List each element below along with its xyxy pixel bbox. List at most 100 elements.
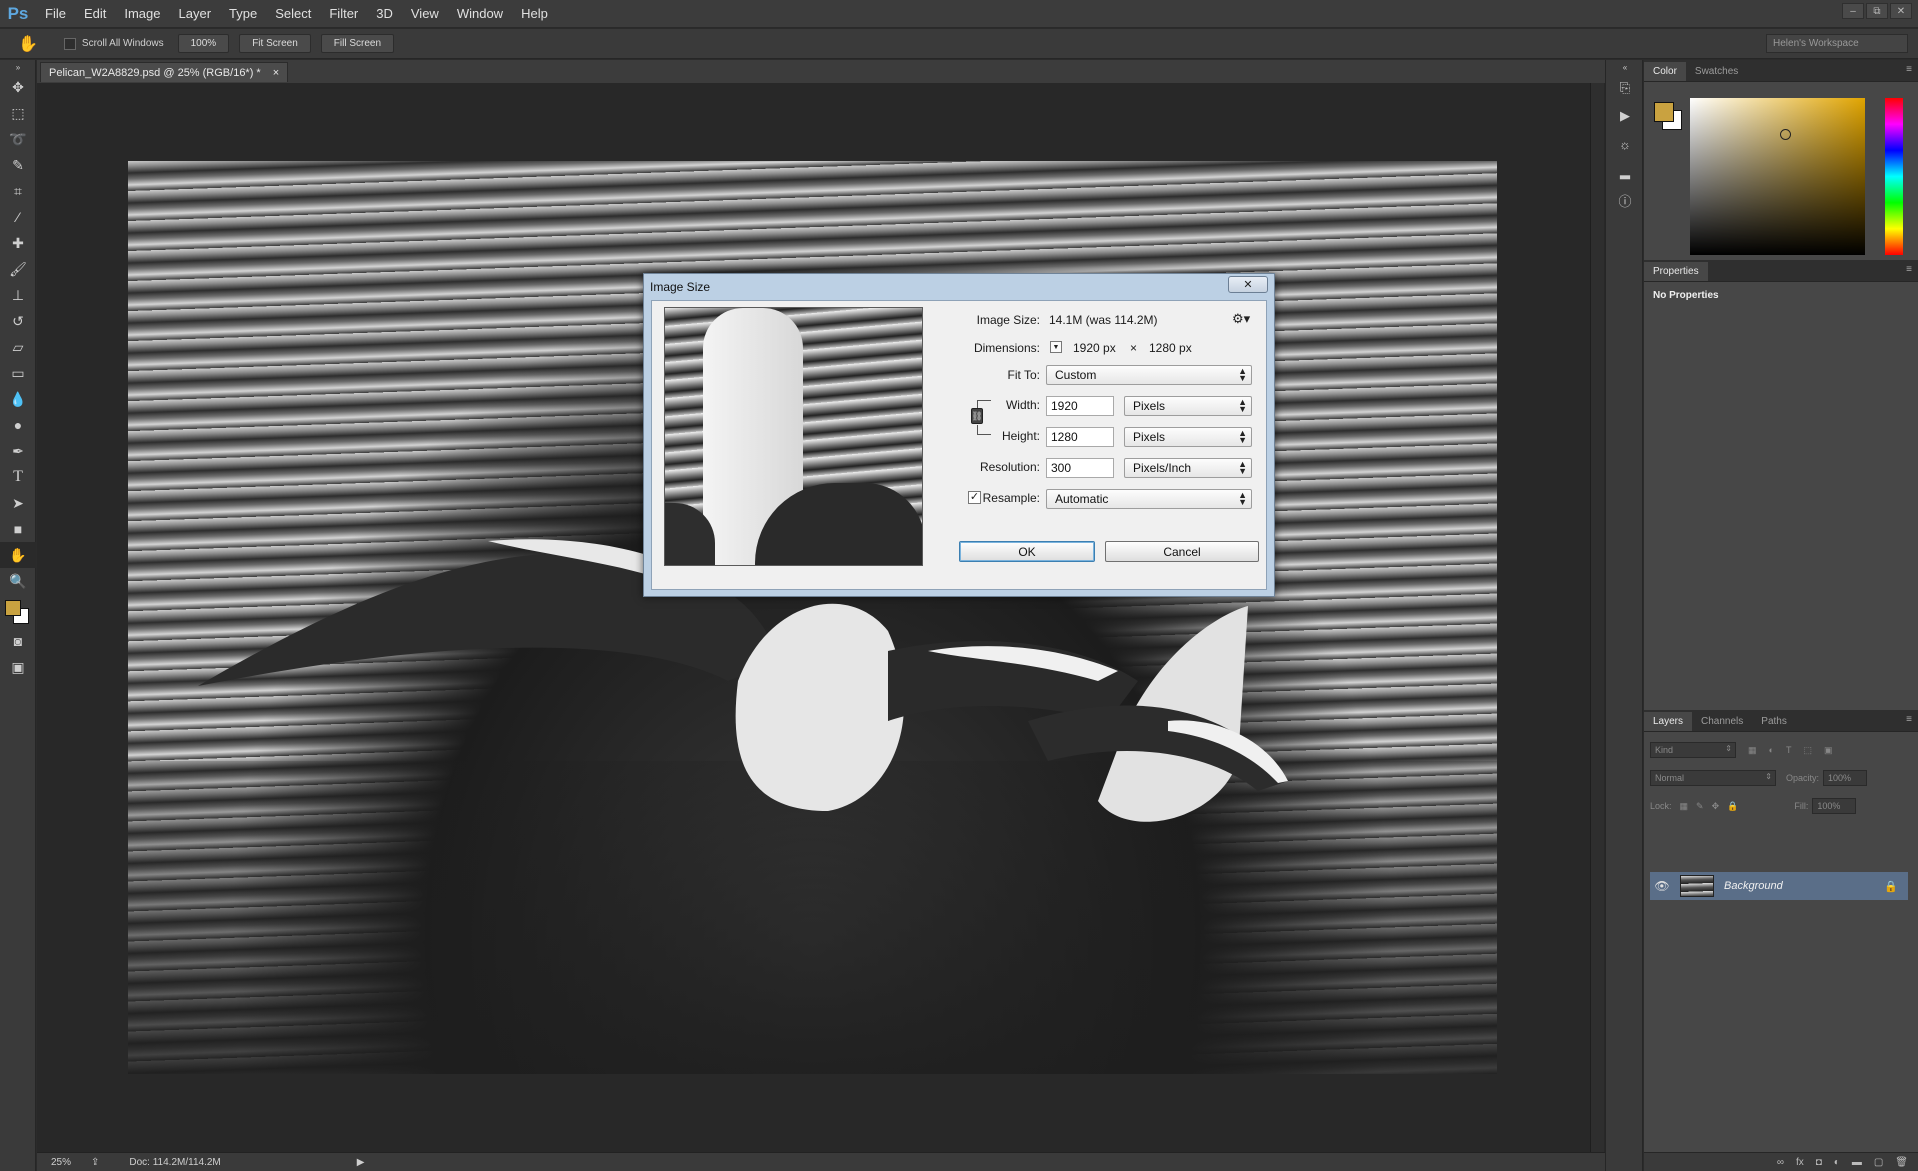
resolution-input[interactable]: 300 xyxy=(1046,458,1114,478)
resolution-unit-select[interactable]: Pixels/Inch ▲ ▼ xyxy=(1124,458,1252,478)
height-unit-select[interactable]: Pixels ▲ ▼ xyxy=(1124,427,1252,447)
menu-layer[interactable]: Layer xyxy=(170,0,221,28)
zoom-100-button[interactable]: 100% xyxy=(177,34,230,53)
eraser-tool-icon[interactable]: ▱ xyxy=(0,334,36,360)
filter-smart-object-icon[interactable]: ▣ xyxy=(1824,745,1833,756)
panel-menu-icon[interactable]: ≡ xyxy=(1906,264,1912,275)
color-field[interactable] xyxy=(1690,98,1865,255)
filter-pixel-icon[interactable]: ▦ xyxy=(1748,745,1757,756)
status-menu-arrow-icon[interactable]: ▶ xyxy=(357,1157,365,1168)
width-unit-select[interactable]: Pixels ▲ ▼ xyxy=(1124,396,1252,416)
move-tool-icon[interactable]: ✥ xyxy=(0,74,36,100)
menu-3d[interactable]: 3D xyxy=(367,0,402,28)
history-brush-tool-icon[interactable]: ↺ xyxy=(0,308,36,334)
screen-mode-icon[interactable]: ▣ xyxy=(0,654,36,680)
menu-type[interactable]: Type xyxy=(220,0,266,28)
menu-image[interactable]: Image xyxy=(115,0,169,28)
link-layers-icon[interactable]: ∞ xyxy=(1777,1157,1784,1168)
blend-mode-select[interactable]: Normal ⇕ xyxy=(1650,770,1776,786)
close-window-button[interactable]: ✕ xyxy=(1890,3,1912,19)
menu-select[interactable]: Select xyxy=(266,0,320,28)
vertical-scrollbar[interactable] xyxy=(1590,83,1604,1152)
lock-pixels-icon[interactable]: ✎ xyxy=(1696,801,1704,812)
visibility-eye-icon[interactable]: 👁 xyxy=(1650,879,1674,893)
menu-window[interactable]: Window xyxy=(448,0,512,28)
fill-screen-button[interactable]: Fill Screen xyxy=(320,34,395,53)
brush-tool-icon[interactable]: 🖌 xyxy=(0,256,36,282)
gradient-tool-icon[interactable]: ▭ xyxy=(0,360,36,386)
gear-icon[interactable]: ⚙▾ xyxy=(1232,311,1250,327)
adjustments-panel-icon[interactable]: ☼ xyxy=(1606,130,1644,158)
lock-position-icon[interactable]: ✥ xyxy=(1712,801,1720,812)
crop-tool-icon[interactable]: ⌗ xyxy=(0,178,36,204)
tab-paths[interactable]: Paths xyxy=(1752,712,1796,731)
tab-swatches[interactable]: Swatches xyxy=(1686,62,1747,81)
actions-panel-icon[interactable]: ▶ xyxy=(1606,102,1644,130)
quick-mask-icon[interactable]: ◙ xyxy=(0,628,36,654)
zoom-tool-icon[interactable]: 🔍 xyxy=(0,568,36,594)
fit-to-select[interactable]: Custom ▲ ▼ xyxy=(1046,365,1252,385)
scroll-all-windows-checkbox[interactable] xyxy=(63,37,76,50)
hue-slider[interactable] xyxy=(1885,98,1903,255)
height-input[interactable]: 1280 xyxy=(1046,427,1114,447)
minimize-button[interactable]: – xyxy=(1842,3,1864,19)
quick-selection-tool-icon[interactable]: ✎ xyxy=(0,152,36,178)
healing-brush-tool-icon[interactable]: ✚ xyxy=(0,230,36,256)
foreground-color-swatch[interactable] xyxy=(5,600,21,616)
histogram-panel-icon[interactable]: ▂ xyxy=(1606,158,1644,186)
filter-shape-icon[interactable]: ⬚ xyxy=(1803,745,1812,756)
add-mask-icon[interactable]: ◘ xyxy=(1816,1157,1822,1168)
ok-button[interactable]: OK xyxy=(959,541,1095,562)
panel-menu-icon[interactable]: ≡ xyxy=(1906,714,1912,725)
foreground-color[interactable] xyxy=(1654,102,1674,122)
info-panel-icon[interactable]: ⓘ xyxy=(1606,186,1644,214)
eyedropper-tool-icon[interactable]: ⁄ xyxy=(0,204,36,230)
menu-filter[interactable]: Filter xyxy=(320,0,367,28)
new-layer-icon[interactable]: ▢ xyxy=(1874,1157,1883,1168)
fill-input[interactable]: 100% xyxy=(1812,798,1857,814)
image-preview[interactable] xyxy=(664,307,923,566)
new-adjustment-layer-icon[interactable]: ◐ xyxy=(1834,1157,1840,1168)
tab-layers[interactable]: Layers xyxy=(1644,712,1693,731)
filter-adjustment-icon[interactable]: ◐ xyxy=(1769,745,1774,755)
lock-all-icon[interactable]: 🔒 xyxy=(1727,801,1738,812)
layer-name[interactable]: Background xyxy=(1724,880,1783,892)
resample-select[interactable]: Automatic ▲ ▼ xyxy=(1046,489,1252,509)
dimensions-dropdown-icon[interactable]: ▼ xyxy=(1050,341,1062,353)
fit-screen-button[interactable]: Fit Screen xyxy=(239,34,311,53)
menu-help[interactable]: Help xyxy=(512,0,557,28)
close-tab-icon[interactable]: × xyxy=(273,67,279,79)
color-cursor[interactable] xyxy=(1780,129,1791,140)
type-tool-icon[interactable]: T xyxy=(0,464,36,490)
color-swatches[interactable] xyxy=(0,594,36,628)
document-tab[interactable]: Pelican_W2A8829.psd @ 25% (RGB/16*) * × xyxy=(40,62,289,82)
dock-collapse-icon[interactable]: « xyxy=(1606,60,1644,74)
toolbar-grip-icon[interactable]: » xyxy=(0,60,36,74)
tab-color[interactable]: Color xyxy=(1644,62,1686,81)
pen-tool-icon[interactable]: ✒ xyxy=(0,438,36,464)
workspace-select[interactable]: Helen's Workspace xyxy=(1766,34,1908,53)
marquee-tool-icon[interactable]: ⬚ xyxy=(0,100,36,126)
dialog-close-button[interactable]: ✕ xyxy=(1228,276,1268,293)
layer-style-icon[interactable]: fx xyxy=(1796,1157,1804,1168)
lasso-tool-icon[interactable]: ➰ xyxy=(0,126,36,152)
rectangle-tool-icon[interactable]: ■ xyxy=(0,516,36,542)
panel-menu-icon[interactable]: ≡ xyxy=(1906,64,1912,75)
delete-layer-icon[interactable]: 🗑 xyxy=(1895,1157,1908,1168)
hand-tool-icon[interactable]: ✋ xyxy=(18,34,38,54)
menu-view[interactable]: View xyxy=(402,0,448,28)
status-zoom[interactable]: 25% xyxy=(37,1157,77,1168)
history-panel-icon[interactable]: ⎘ xyxy=(1606,74,1644,102)
menu-edit[interactable]: Edit xyxy=(75,0,115,28)
color-fg-bg[interactable] xyxy=(1654,102,1684,132)
cancel-button[interactable]: Cancel xyxy=(1105,541,1259,562)
tab-channels[interactable]: Channels xyxy=(1692,712,1752,731)
export-icon[interactable]: ⇪ xyxy=(91,1157,99,1168)
restore-button[interactable]: ⧉ xyxy=(1866,3,1888,19)
opacity-input[interactable]: 100% xyxy=(1823,770,1868,786)
tab-properties[interactable]: Properties xyxy=(1644,262,1708,281)
kind-filter-select[interactable]: Kind ⇕ xyxy=(1650,742,1736,758)
blur-tool-icon[interactable]: 💧 xyxy=(0,386,36,412)
path-selection-tool-icon[interactable]: ➤ xyxy=(0,490,36,516)
new-group-icon[interactable]: ▬ xyxy=(1852,1157,1862,1168)
